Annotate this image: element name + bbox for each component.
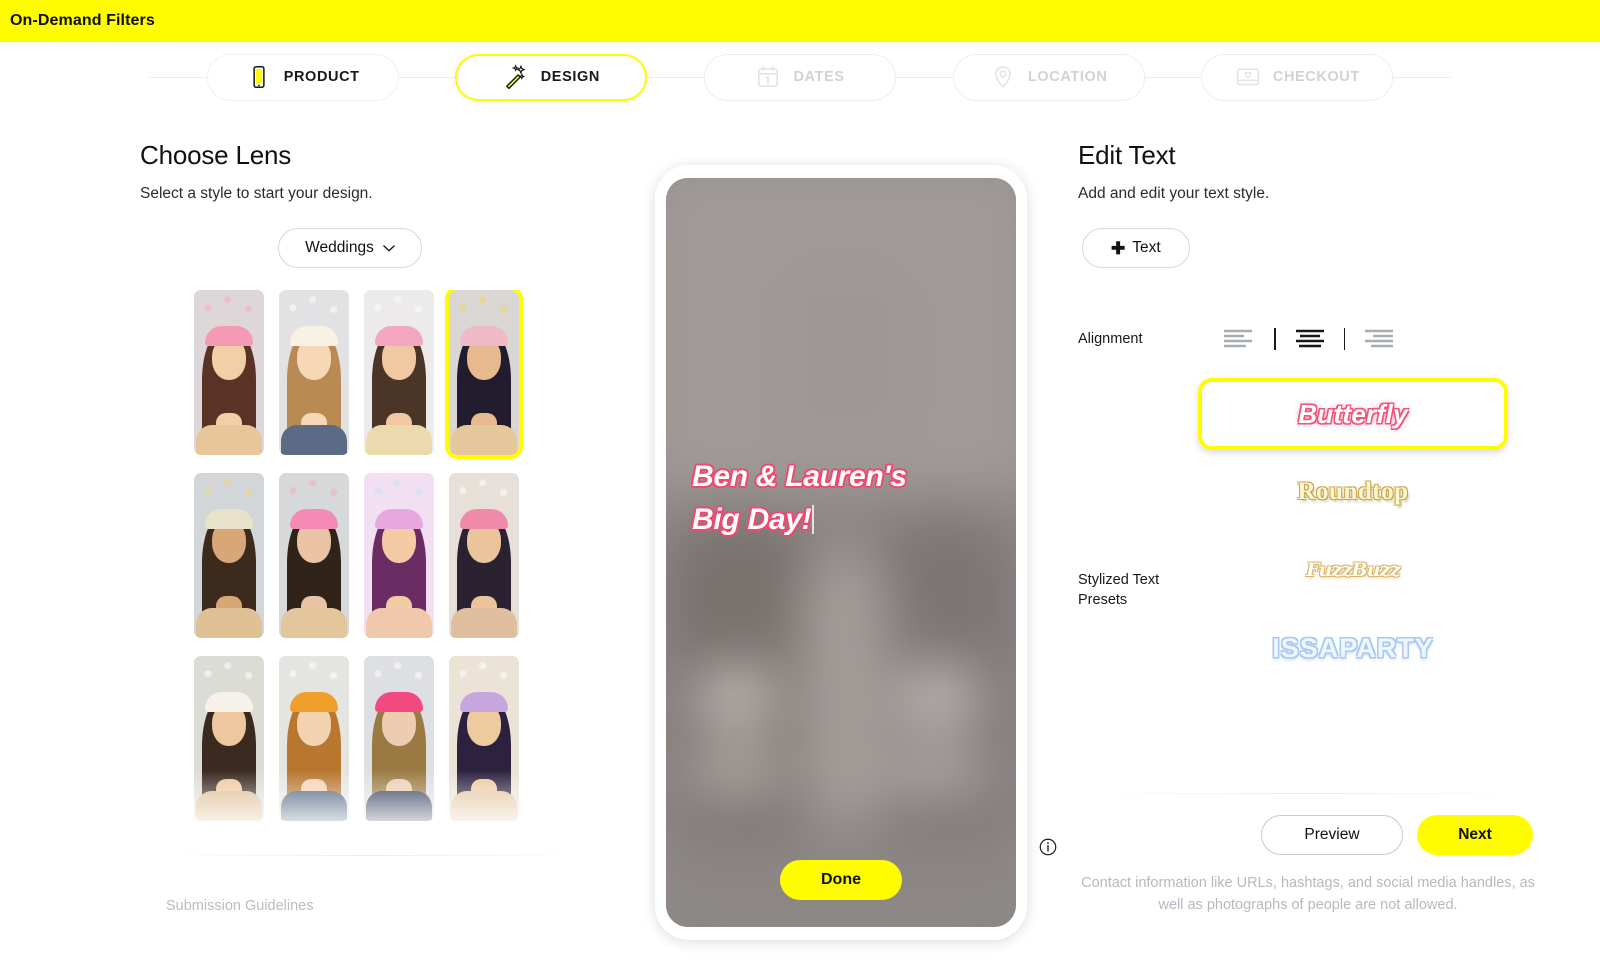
rail-segment (647, 76, 705, 78)
blurred-photo-backdrop (666, 178, 1016, 927)
lens-category-dropdown[interactable]: Weddings (278, 228, 422, 268)
lens-thumbnail[interactable] (194, 656, 264, 821)
lens-thumbnail[interactable] (279, 473, 349, 638)
rail-segment (150, 76, 207, 78)
phone-screen[interactable]: Ben & Lauren's Big Day! Done (666, 178, 1016, 927)
preview-button[interactable]: Preview (1261, 815, 1403, 855)
alignment-separator (1343, 328, 1345, 350)
alignment-label: Alignment (1078, 331, 1143, 347)
edit-text-title: Edit Text (1078, 140, 1176, 170)
ondemand-filters-app: On-Demand Filters PRODUCT DESIGN DATES L… (0, 0, 1600, 961)
action-buttons: Preview Next (1078, 815, 1533, 855)
align-center-icon[interactable] (1292, 328, 1328, 350)
lens-thumbnail[interactable] (194, 290, 264, 455)
content-disclaimer: Contact information like URLs, hashtags,… (1081, 875, 1535, 914)
lens-grid (150, 290, 590, 860)
lens-thumbnail[interactable] (445, 290, 523, 459)
step-progress-bar: PRODUCT DESIGN DATES LOCATION CHECKOUT (0, 42, 1600, 112)
lens-grid-scroll[interactable] (150, 290, 590, 860)
align-right-icon[interactable] (1361, 328, 1397, 350)
edit-text-subtitle: Add and edit your text style. (1078, 185, 1270, 202)
choose-lens-subtitle: Select a style to start your design. (140, 185, 373, 202)
filter-text-overlay[interactable]: Ben & Lauren's Big Day! (692, 456, 990, 541)
alignment-separator (1274, 328, 1276, 350)
done-button[interactable]: Done (780, 860, 902, 900)
add-text-label: Text (1132, 239, 1161, 256)
rail-segment (896, 76, 953, 78)
lens-thumbnail[interactable] (194, 473, 264, 638)
stylized-presets-label: Stylized Text Presets (1078, 572, 1160, 609)
choose-lens-panel: Choose Lens Select a style to start your… (140, 140, 610, 268)
step-product[interactable]: PRODUCT (206, 53, 399, 101)
step-checkout-label: CHECKOUT (1272, 69, 1360, 85)
lens-thumbnail[interactable] (279, 839, 349, 860)
text-preset-label: Roundtop (1297, 478, 1409, 505)
alignment-row: Alignment (1078, 322, 1548, 356)
submission-guidelines-link[interactable]: Submission Guidelines (166, 898, 314, 914)
lens-thumbnail[interactable] (364, 290, 434, 455)
rail-segment (1393, 76, 1451, 78)
step-checkout[interactable]: CHECKOUT (1201, 53, 1394, 101)
lens-thumbnail[interactable] (279, 290, 349, 455)
lens-thumbnail[interactable] (364, 473, 434, 638)
top-bar: On-Demand Filters (0, 0, 1600, 42)
right-divider (1092, 793, 1522, 794)
left-divider (150, 855, 590, 856)
step-location-label: LOCATION (1027, 69, 1108, 85)
filter-text-value: Ben & Lauren's Big Day! (692, 460, 907, 536)
lens-category-value: Weddings (305, 239, 374, 256)
lens-thumbnail[interactable] (279, 656, 349, 821)
text-preset-roundtop[interactable]: Roundtop (1198, 456, 1508, 528)
text-preset-butterfly[interactable]: Butterfly (1198, 378, 1508, 450)
chevron-down-icon (382, 244, 395, 251)
step-product-label: PRODUCT (283, 69, 360, 85)
text-preset-fuzzbuzz[interactable]: FuzzBuzz (1198, 534, 1508, 606)
text-caret (812, 504, 815, 534)
choose-lens-title: Choose Lens (140, 140, 292, 170)
phone-preview-frame: Ben & Lauren's Big Day! Done (655, 165, 1027, 940)
step-design-label: DESIGN (540, 69, 600, 85)
rail-segment (398, 76, 456, 78)
align-left-icon[interactable] (1222, 328, 1258, 350)
text-preset-label: FuzzBuzz (1306, 559, 1400, 581)
rail-segment (1144, 76, 1202, 78)
next-button[interactable]: Next (1417, 815, 1533, 855)
text-preset-label: ISSAPARTY (1272, 632, 1434, 663)
lens-thumbnail[interactable] (449, 473, 519, 638)
credit-card-icon (1236, 68, 1259, 86)
calendar-icon (758, 66, 779, 87)
phone-icon (253, 65, 265, 89)
step-dates-label: DATES (793, 69, 845, 85)
step-location[interactable]: LOCATION (952, 53, 1145, 101)
step-dates[interactable]: DATES (704, 53, 897, 101)
lens-thumbnail[interactable] (449, 656, 519, 821)
plus-icon: ✚ (1111, 238, 1126, 258)
category-row: Weddings (140, 203, 560, 268)
edit-text-panel: Edit Text Add and edit your text style. … (1078, 140, 1548, 268)
page-title: On-Demand Filters (10, 12, 155, 29)
lens-thumbnail[interactable] (194, 839, 264, 860)
lens-thumbnail[interactable] (364, 656, 434, 821)
text-preset-label: Butterfly (1298, 398, 1408, 429)
stylized-text-presets: Butterfly Roundtop FuzzBuzz ISSAPARTY (1198, 378, 1508, 690)
add-text-button[interactable]: ✚ Text (1082, 228, 1190, 268)
step-rail: PRODUCT DESIGN DATES LOCATION CHECKOUT (150, 53, 1451, 101)
step-design[interactable]: DESIGN (455, 53, 648, 101)
map-pin-icon (995, 66, 1011, 89)
alignment-options (1206, 328, 1413, 350)
info-icon[interactable] (1039, 838, 1057, 856)
text-preset-issaparty[interactable]: ISSAPARTY (1198, 612, 1508, 684)
magic-wand-icon (505, 64, 526, 90)
